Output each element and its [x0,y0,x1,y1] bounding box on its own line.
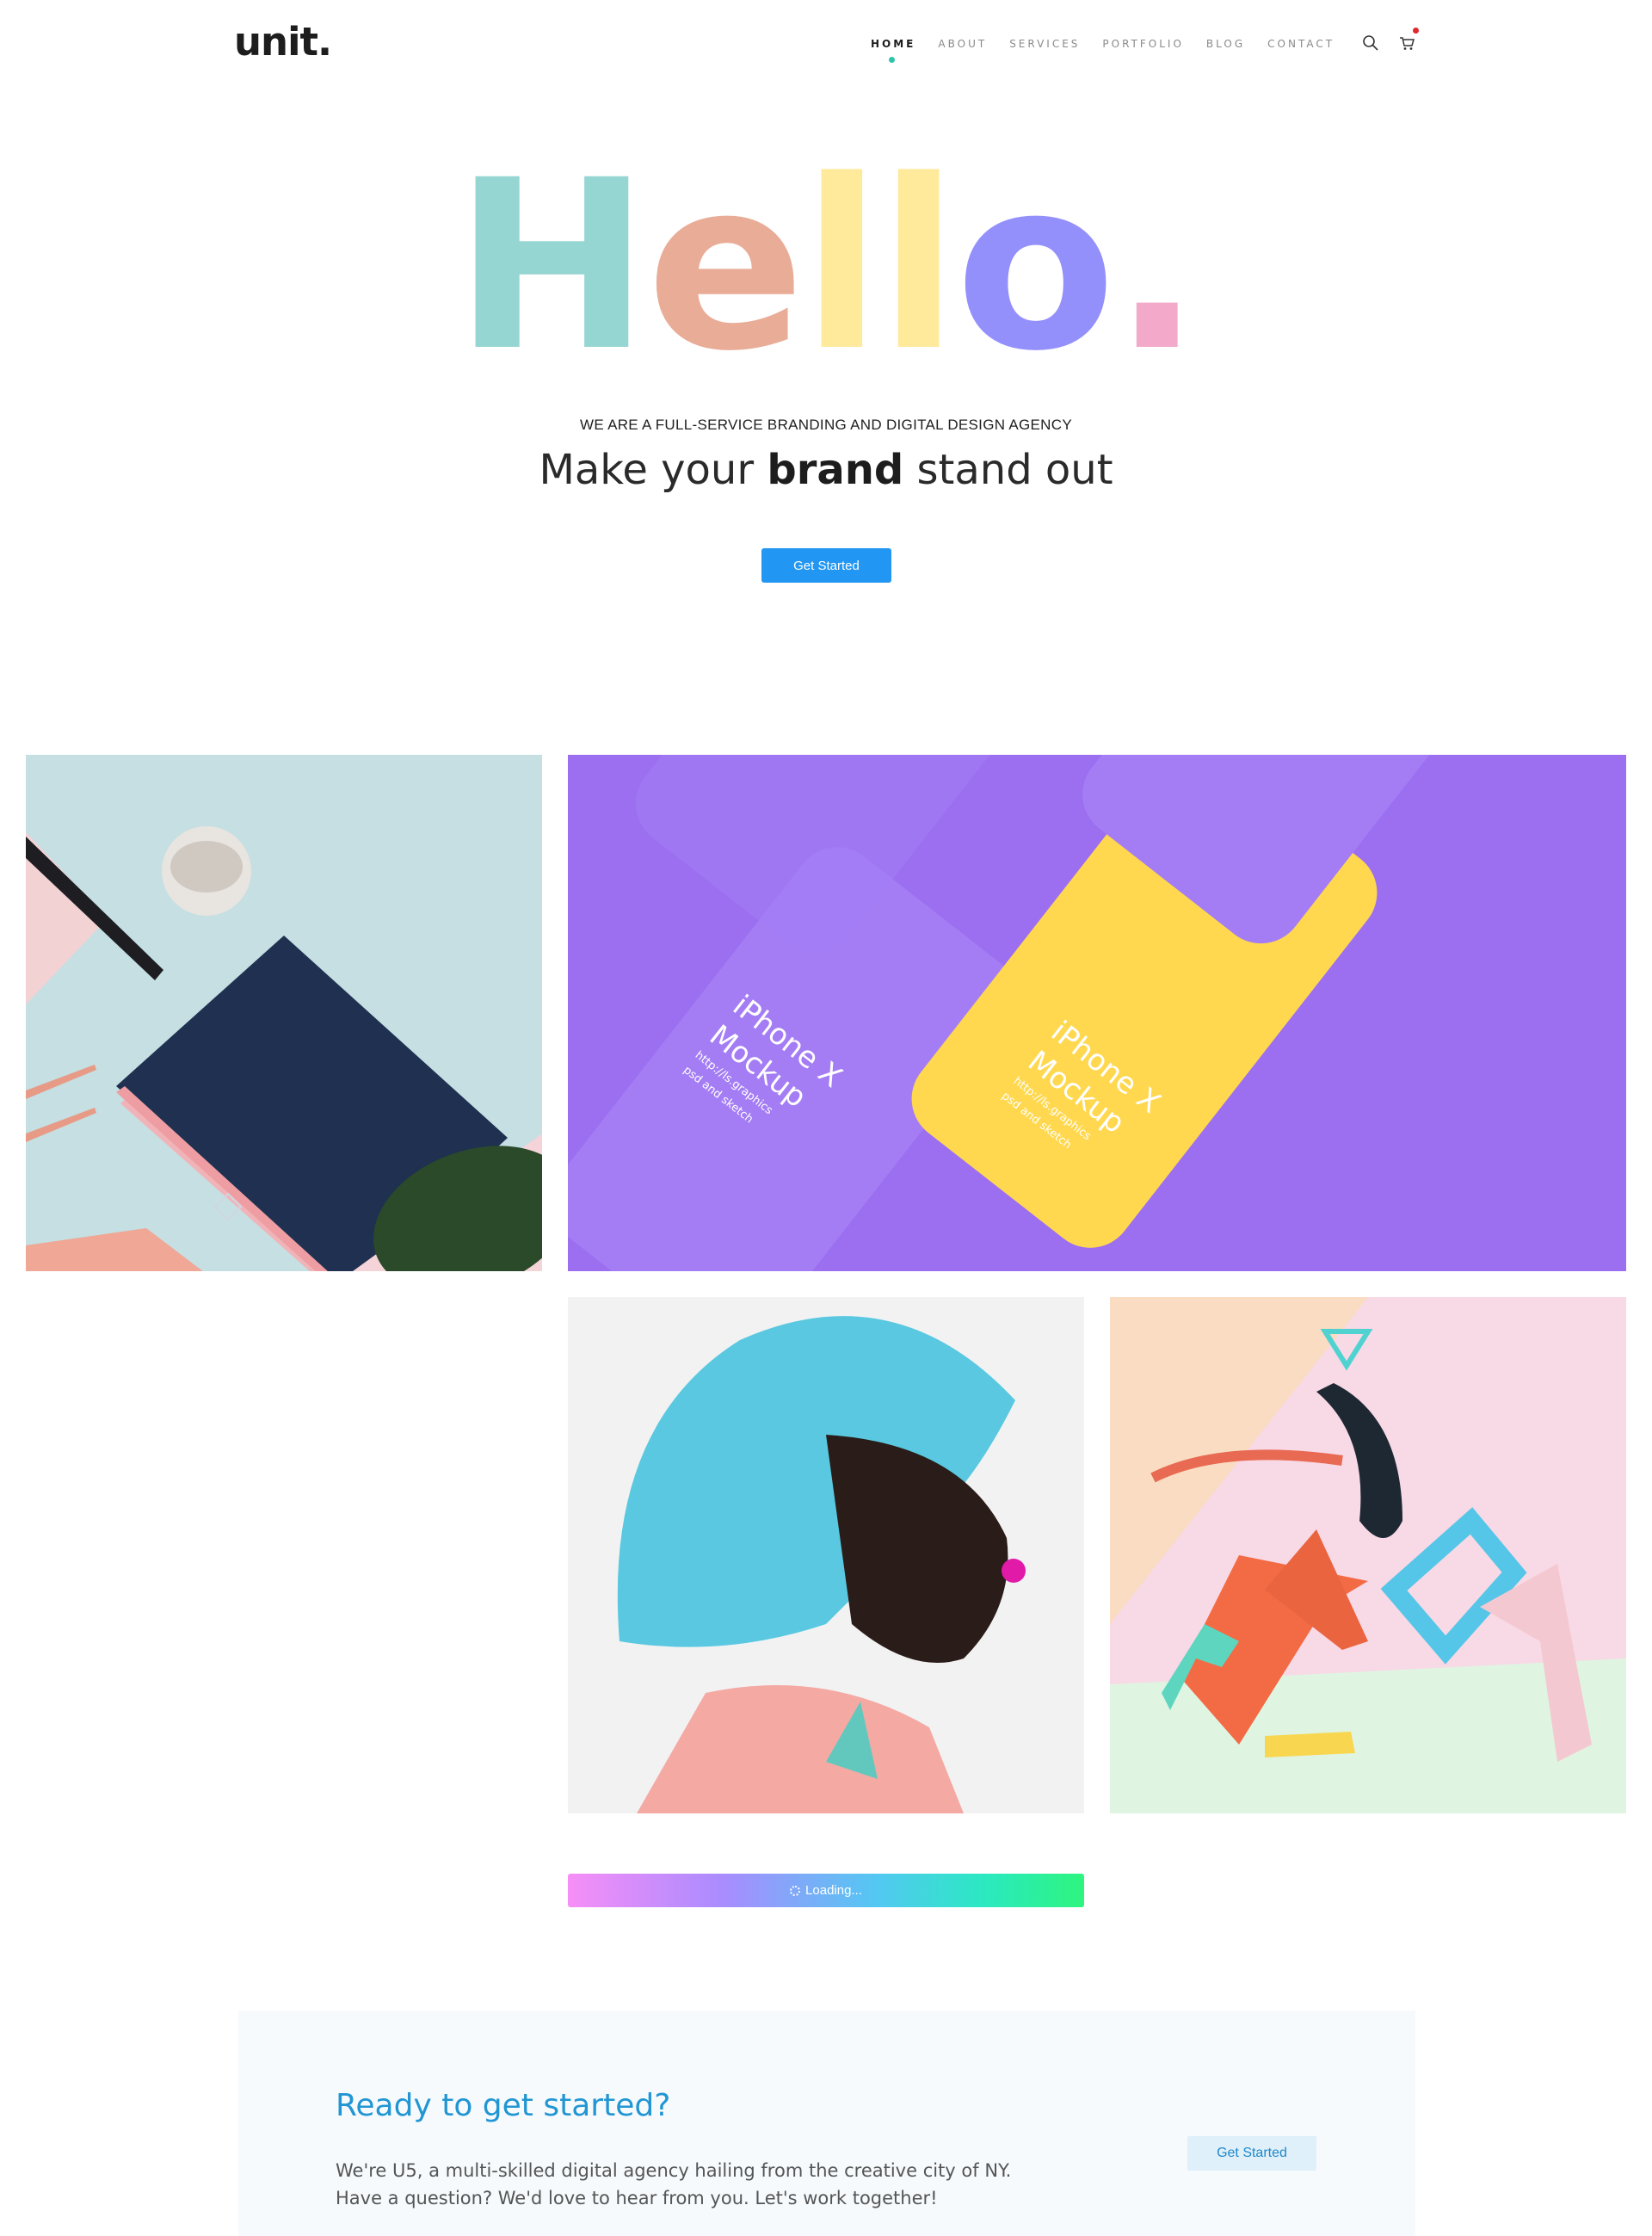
headline-pre: Make your [539,446,767,494]
nav-about[interactable]: ABOUT [938,38,987,50]
search-icon[interactable] [1362,34,1381,53]
cart-badge [1413,28,1420,34]
shapes-image [1110,1297,1626,1813]
portfolio-tile-shapes[interactable] [1110,1297,1626,1813]
logo[interactable]: unit. [234,19,332,65]
hello-letter-l2: l [878,131,959,403]
loading-bar[interactable]: Loading... [568,1874,1084,1907]
hero-tagline: WE ARE A FULL-SERVICE BRANDING AND DIGIT… [580,417,1072,433]
nav-home-label: HOME [871,38,916,50]
portfolio-tile-portrait[interactable] [568,1297,1084,1813]
cta-line-1: We're U5, a multi-skilled digital agency… [336,2160,1012,2181]
nav-home[interactable]: HOME [871,38,916,63]
headline-post: stand out [903,446,1113,494]
portfolio-tile-iphone[interactable]: iPhone X Mockup http://ls.graphics psd a… [568,755,1626,1271]
cta-get-started-button[interactable]: Get Started [1187,2136,1316,2171]
hello-dot: . [1113,131,1201,403]
nav-services[interactable]: SERVICES [1009,38,1080,50]
active-indicator [889,57,896,63]
cta-line-2: Have a question? We'd love to hear from … [336,2188,938,2208]
headline-bold: brand [767,446,904,494]
iphone-mockup-image [568,755,1626,1271]
loading-label: Loading... [805,1883,862,1898]
portrait-image [568,1297,1084,1813]
nav-contact[interactable]: CONTACT [1267,38,1335,50]
nav-portfolio[interactable]: PORTFOLIO [1102,38,1184,50]
spinner-icon [790,1885,801,1896]
hero-hello: Hello. [0,138,1652,396]
hero-headline: Make your brand stand out [0,446,1652,494]
stationery-image [26,755,542,1271]
cta-title: Ready to get started? [336,2088,671,2123]
hello-letter-o: o [955,131,1116,403]
portfolio-tile-stationery[interactable] [26,755,542,1271]
hello-letter-e: e [646,131,804,403]
cart-icon[interactable] [1398,28,1420,53]
hello-letter-l1: l [801,131,882,403]
nav-blog[interactable]: BLOG [1206,38,1245,50]
hello-letter-h: H [453,131,650,403]
main-nav: HOME ABOUT SERVICES PORTFOLIO BLOG CONTA… [871,28,1429,63]
get-started-button[interactable]: Get Started [761,548,891,583]
cta-text: We're U5, a multi-skilled digital agency… [336,2157,1110,2212]
